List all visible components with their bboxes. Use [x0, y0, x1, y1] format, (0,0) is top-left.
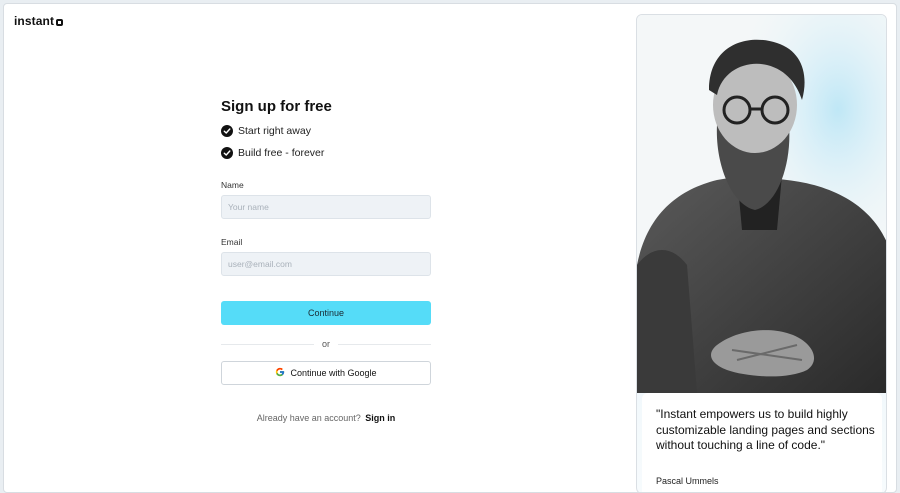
feature-label: Build free - forever: [238, 147, 325, 159]
feature-label: Start right away: [238, 125, 311, 137]
google-signin-button[interactable]: Continue with Google: [221, 361, 431, 385]
check-circle-icon: [221, 147, 233, 159]
testimonial-panel: "Instant empowers us to build highly cus…: [636, 14, 887, 492]
testimonial-quote: "Instant empowers us to build highly cus…: [656, 407, 875, 452]
quote-card: "Instant empowers us to build highly cus…: [642, 393, 882, 492]
or-divider: or: [221, 339, 432, 349]
testimonial-photo: [637, 15, 886, 393]
continue-button[interactable]: Continue: [221, 301, 431, 325]
divider-line: [338, 343, 432, 345]
google-button-label: Continue with Google: [290, 368, 377, 378]
divider-line: [221, 343, 314, 345]
signin-link[interactable]: Sign in: [365, 413, 395, 423]
logo-text: instant: [14, 14, 55, 28]
divider-text: or: [322, 339, 331, 349]
page-title: Sign up for free: [221, 98, 332, 115]
brand-logo[interactable]: instant: [14, 14, 64, 28]
name-label: Name: [221, 180, 244, 190]
signin-row: Already have an account? Sign in: [221, 413, 431, 423]
feature-item: Build free - forever: [221, 147, 431, 159]
testimonial-author: Pascal Ummels: [656, 476, 719, 486]
name-input[interactable]: [221, 195, 431, 219]
signup-form: Sign up for free Start right away Build …: [221, 98, 432, 423]
feature-item: Start right away: [221, 125, 431, 137]
page-frame: instant Sign up for free Start right awa…: [3, 3, 897, 493]
email-input[interactable]: [221, 252, 431, 276]
email-label: Email: [221, 237, 243, 247]
check-circle-icon: [221, 125, 233, 137]
account-prompt: Already have an account?: [256, 413, 361, 423]
logo-mark-icon: [56, 18, 64, 26]
google-icon: [275, 367, 285, 379]
